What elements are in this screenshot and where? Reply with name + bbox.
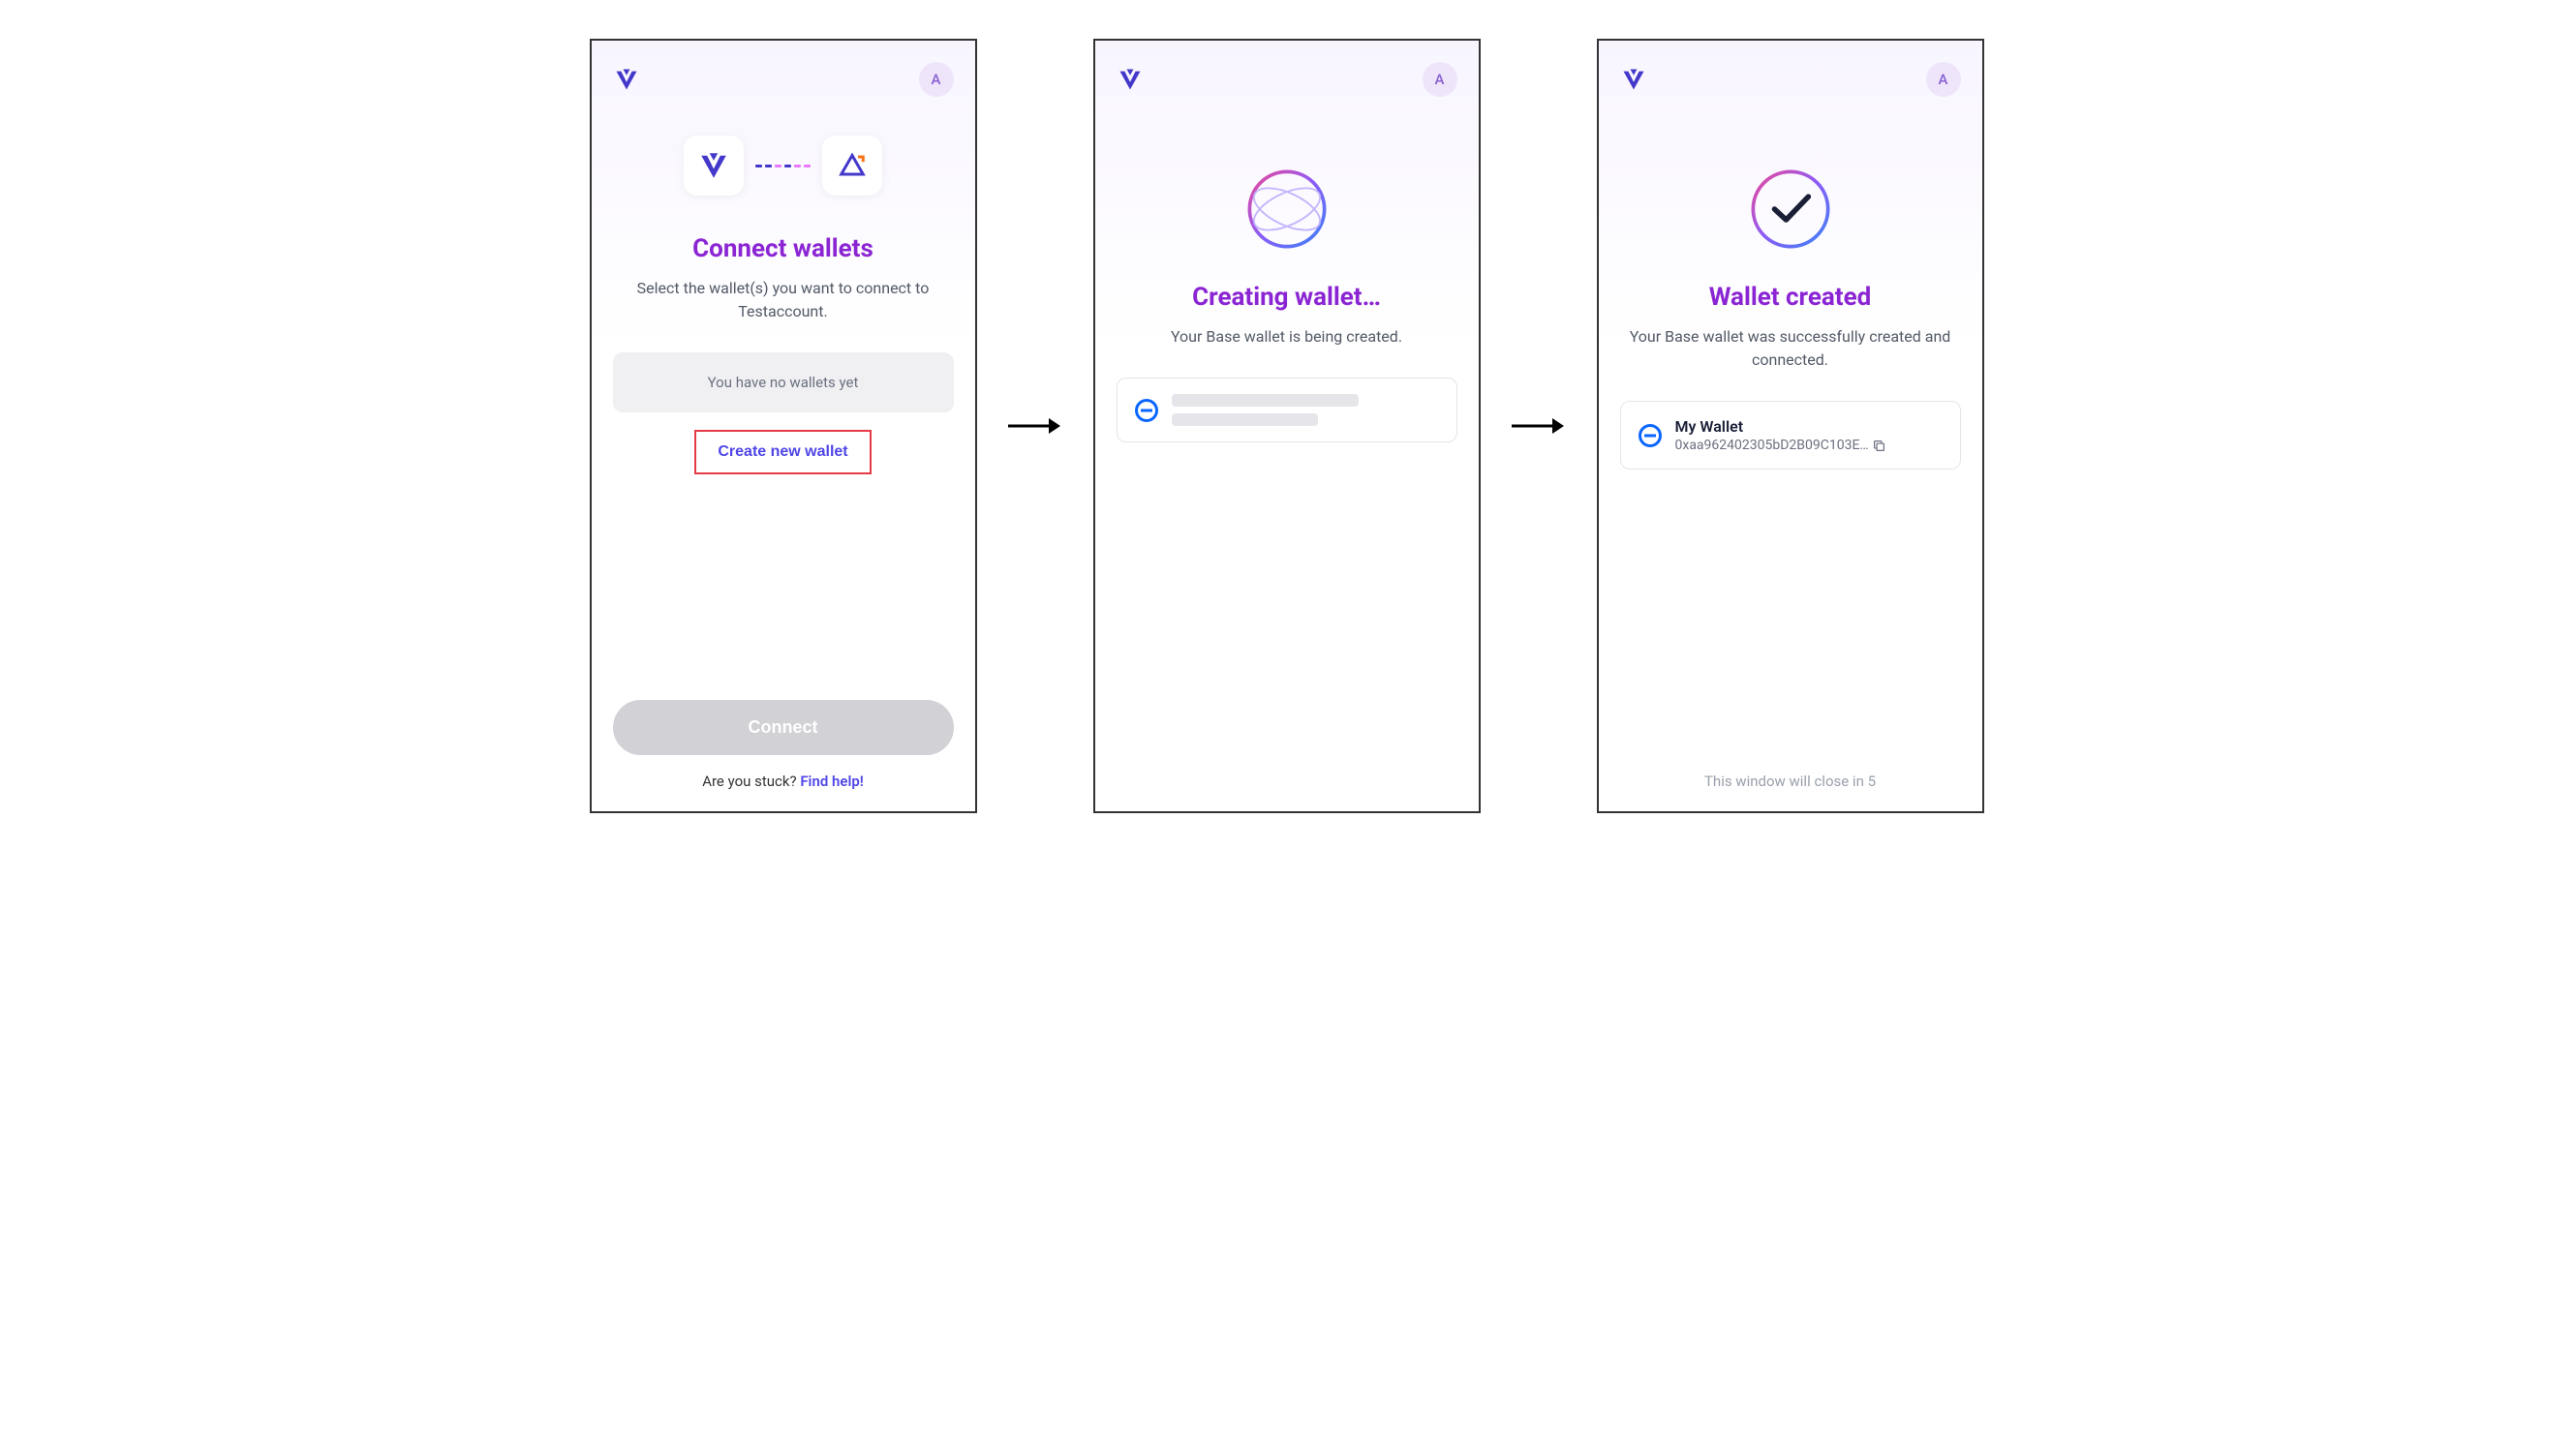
panel-header: A: [1620, 62, 1961, 97]
avatar[interactable]: A: [1423, 62, 1457, 97]
panel-subtitle: Your Base wallet is being created.: [1117, 325, 1457, 349]
avatar[interactable]: A: [919, 62, 954, 97]
wallet-info: My Wallet 0xaa962402305bD2B09C103E…: [1675, 417, 1943, 453]
auto-close-text: This window will close in 5: [1599, 773, 1982, 790]
panel-connect-wallets: A Connect wallets Select the wallet(s) y…: [590, 39, 977, 813]
skeleton-loader: [1172, 394, 1439, 426]
arrow-right-icon: [1006, 414, 1064, 438]
panel-subtitle: Your Base wallet was successfully create…: [1620, 325, 1961, 372]
base-chain-icon: [1135, 399, 1158, 422]
wallet-address: 0xaa962402305bD2B09C103E…: [1675, 438, 1943, 453]
connect-button[interactable]: Connect: [613, 700, 954, 755]
create-wallet-button[interactable]: Create new wallet: [694, 430, 871, 474]
flow-arrow-2: [1510, 411, 1568, 440]
panel-wallet-created: A Wallet created Your Base wallet was su…: [1597, 39, 1984, 813]
panel-title: Wallet created: [1620, 283, 1961, 312]
footer-help: Are you stuck? Find help!: [613, 773, 954, 790]
wallet-address-text: 0xaa962402305bD2B09C103E…: [1675, 438, 1869, 453]
panel-subtitle: Select the wallet(s) you want to connect…: [613, 277, 954, 323]
wallet-loading-row: [1117, 378, 1457, 442]
empty-wallets-box: You have no wallets yet: [613, 352, 954, 412]
success-check-icon: [1746, 165, 1835, 254]
panel-title: Creating wallet…: [1117, 283, 1457, 312]
app-icon-box: [684, 136, 744, 196]
connect-graphic: [613, 136, 954, 196]
wallet-created-row[interactable]: My Wallet 0xaa962402305bD2B09C103E…: [1620, 401, 1961, 470]
wallet-triangle-icon: [838, 151, 867, 180]
panel-creating-wallet: A Creating wallet… Your Base wallet is b…: [1093, 39, 1481, 813]
app-logo-icon: [1620, 66, 1647, 93]
wallet-provider-icon-box: [822, 136, 882, 196]
app-logo-icon: [613, 66, 640, 93]
app-v-icon: [697, 149, 730, 182]
arrow-right-icon: [1510, 414, 1568, 438]
connector-dots: [755, 165, 811, 167]
app-logo-icon: [1117, 66, 1144, 93]
find-help-link[interactable]: Find help!: [800, 773, 864, 790]
wallet-name: My Wallet: [1675, 417, 1943, 436]
panel-header: A: [613, 62, 954, 97]
panel-header: A: [1117, 62, 1457, 97]
copy-icon[interactable]: [1873, 440, 1885, 452]
stuck-text: Are you stuck?: [702, 773, 800, 790]
loading-spinner-icon: [1242, 165, 1332, 254]
panel-title: Connect wallets: [613, 234, 954, 263]
base-chain-icon: [1639, 424, 1662, 447]
flow-arrow-1: [1006, 411, 1064, 440]
avatar[interactable]: A: [1926, 62, 1961, 97]
